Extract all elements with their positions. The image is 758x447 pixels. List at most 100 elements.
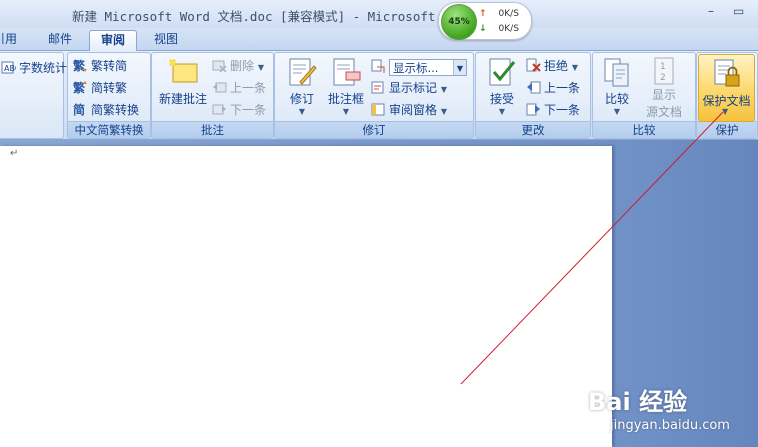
group-tracking: 修订 ▼ 批注框 ▼ 显示标... ▼ 显示标记 ▼ 审阅窗格 ▼ 修订	[274, 52, 474, 139]
download-speed-value: 0K/S	[498, 24, 519, 34]
chinese-conversion-icon: 简	[73, 102, 85, 117]
group-label-comments: 批注	[152, 121, 273, 138]
group-comments: 新建批注 删除 ▼ 上一条 下一条 批注	[151, 52, 274, 139]
delete-comment-icon	[212, 60, 227, 73]
accept-label: 接受	[489, 92, 514, 106]
next-comment-icon	[212, 104, 226, 115]
display-for-review-icon	[371, 59, 385, 73]
upload-speed-value: 0K/S	[498, 9, 519, 19]
next-comment-button[interactable]: 下一条	[212, 100, 266, 120]
new-comment-label: 新建批注	[158, 92, 207, 106]
group-label-changes: 更改	[476, 121, 590, 138]
download-arrow-icon: ↓	[479, 24, 487, 34]
lock-document-icon	[714, 59, 740, 87]
compare-label: 比较	[604, 92, 629, 106]
previous-change-icon	[527, 81, 541, 94]
simplified-to-traditional-button[interactable]: 繁简转繁	[73, 78, 127, 98]
balloons-label: 批注框	[327, 92, 364, 106]
baidu-jingyan-url: jingyan.baidu.com	[610, 418, 730, 433]
reviewing-pane-icon	[371, 103, 385, 116]
maximize-button[interactable]: ▭	[733, 4, 744, 18]
accept-icon	[489, 58, 516, 86]
chinese-conversion-label: 简繁转换	[91, 103, 140, 117]
tab-mailings[interactable]: 邮件	[38, 30, 82, 49]
svg-text:简: 简	[73, 102, 85, 117]
upload-arrow-icon: ↑	[479, 9, 487, 19]
word-count-label: 字数统计	[19, 61, 68, 75]
traditional-to-simplified-label: 繁转简	[91, 59, 128, 73]
group-label-chinese-conversion: 中文简繁转换	[68, 121, 150, 138]
next-change-icon	[526, 103, 540, 116]
word-count-icon: ABC	[1, 61, 16, 74]
title-bar: 新建 Microsoft Word 文档.doc [兼容模式] - Micros…	[0, 0, 758, 28]
show-source-documents-icon: 1 2	[654, 57, 674, 85]
chevron-down-icon: ▼	[722, 107, 729, 116]
balloons-icon	[333, 58, 361, 86]
previous-comment-label: 上一条	[230, 81, 267, 95]
previous-comment-icon	[213, 82, 227, 93]
show-source-documents-label-line1: 显示	[651, 88, 676, 102]
show-markup-label: 显示标记	[389, 81, 438, 95]
svg-text:1: 1	[660, 62, 666, 72]
ribbon: ABC字数统计 繁繁转简 繁简转繁 简简繁转换 中文简繁转换 新建批注 删除 ▼	[0, 51, 758, 140]
chinese-conversion-button[interactable]: 简简繁转换	[73, 100, 139, 120]
tab-review[interactable]: 审阅	[89, 30, 137, 51]
compare-icon	[604, 58, 629, 87]
ribbon-tab-bar: 引用 邮件 审阅 视图	[0, 28, 758, 51]
previous-change-button[interactable]: 上一条	[526, 78, 580, 98]
previous-change-label: 上一条	[544, 81, 581, 95]
track-changes-button[interactable]: 修订 ▼	[279, 56, 325, 116]
reject-button[interactable]: 拒绝 ▼	[526, 56, 578, 76]
delete-comment-label: 删除	[230, 59, 255, 73]
previous-comment-button[interactable]: 上一条	[212, 78, 266, 98]
group-changes: 接受 ▼ 拒绝 ▼ 上一条 下一条 更改	[475, 52, 591, 139]
svg-text:ABC: ABC	[4, 64, 16, 73]
show-source-documents-button[interactable]: 1 2 显示 源文档	[641, 56, 687, 120]
baidu-jingyan-logo: Bai 经验	[588, 388, 688, 416]
group-chinese-conversion: 繁繁转简 繁简转繁 简简繁转换 中文简繁转换	[67, 52, 151, 139]
group-label-tracking: 修订	[275, 121, 473, 138]
simplified-to-traditional-icon: 繁	[73, 80, 87, 95]
network-monitor-widget[interactable]: 45% ↑ 0K/S ↓ 0K/S	[438, 2, 532, 40]
group-label-compare: 比较	[593, 121, 695, 138]
group-compare: 比较 ▼ 1 2 显示 源文档 比较	[592, 52, 696, 139]
window-title: 新建 Microsoft Word 文档.doc [兼容模式] - Micros…	[72, 9, 451, 24]
accept-button[interactable]: 接受 ▼	[480, 56, 524, 116]
reject-label: 拒绝	[544, 59, 569, 73]
show-markup-button[interactable]: 显示标记 ▼	[371, 78, 447, 98]
display-for-review-value: 显示标...	[393, 61, 439, 75]
reject-icon	[526, 58, 541, 72]
next-comment-label: 下一条	[230, 103, 267, 117]
next-change-label: 下一条	[544, 103, 581, 117]
compare-button[interactable]: 比较 ▼	[597, 56, 637, 116]
paragraph-mark: ↵	[10, 148, 19, 159]
track-changes-label: 修订	[289, 92, 314, 106]
delete-comment-button[interactable]: 删除 ▼	[212, 56, 264, 76]
new-comment-button[interactable]: 新建批注	[156, 56, 210, 107]
show-source-documents-label-line2: 源文档	[645, 105, 682, 119]
document-page[interactable]	[0, 146, 612, 447]
reviewing-pane-label: 审阅窗格	[389, 103, 438, 117]
group-proofing: ABC字数统计	[0, 52, 67, 139]
upload-speed: ↑ 0K/S	[479, 9, 519, 19]
traditional-to-simplified-icon: 繁	[73, 58, 87, 73]
simplified-to-traditional-label: 简转繁	[91, 81, 128, 95]
svg-text:繁: 繁	[73, 58, 86, 73]
chevron-down-icon: ▼	[453, 60, 466, 75]
next-change-button[interactable]: 下一条	[526, 100, 580, 120]
reviewing-pane-button[interactable]: 审阅窗格 ▼	[371, 100, 447, 120]
balloons-button[interactable]: 批注框 ▼	[325, 56, 367, 116]
minimize-button[interactable]: –	[708, 4, 714, 18]
word-count-button[interactable]: ABC字数统计	[1, 58, 67, 78]
traditional-to-simplified-button[interactable]: 繁繁转简	[73, 56, 127, 76]
network-usage-gauge: 45%	[441, 4, 477, 40]
tab-references[interactable]: 引用	[0, 30, 22, 49]
download-speed: ↓ 0K/S	[479, 24, 519, 34]
svg-text:繁: 繁	[73, 80, 86, 95]
tab-view[interactable]: 视图	[144, 30, 188, 49]
new-comment-icon	[169, 59, 198, 83]
show-markup-icon	[371, 81, 384, 94]
group-label-protect: 保护	[697, 121, 757, 138]
display-for-review-dropdown[interactable]: 显示标... ▼	[389, 59, 467, 76]
protect-document-button[interactable]: 保护文档 ▼	[698, 54, 755, 122]
